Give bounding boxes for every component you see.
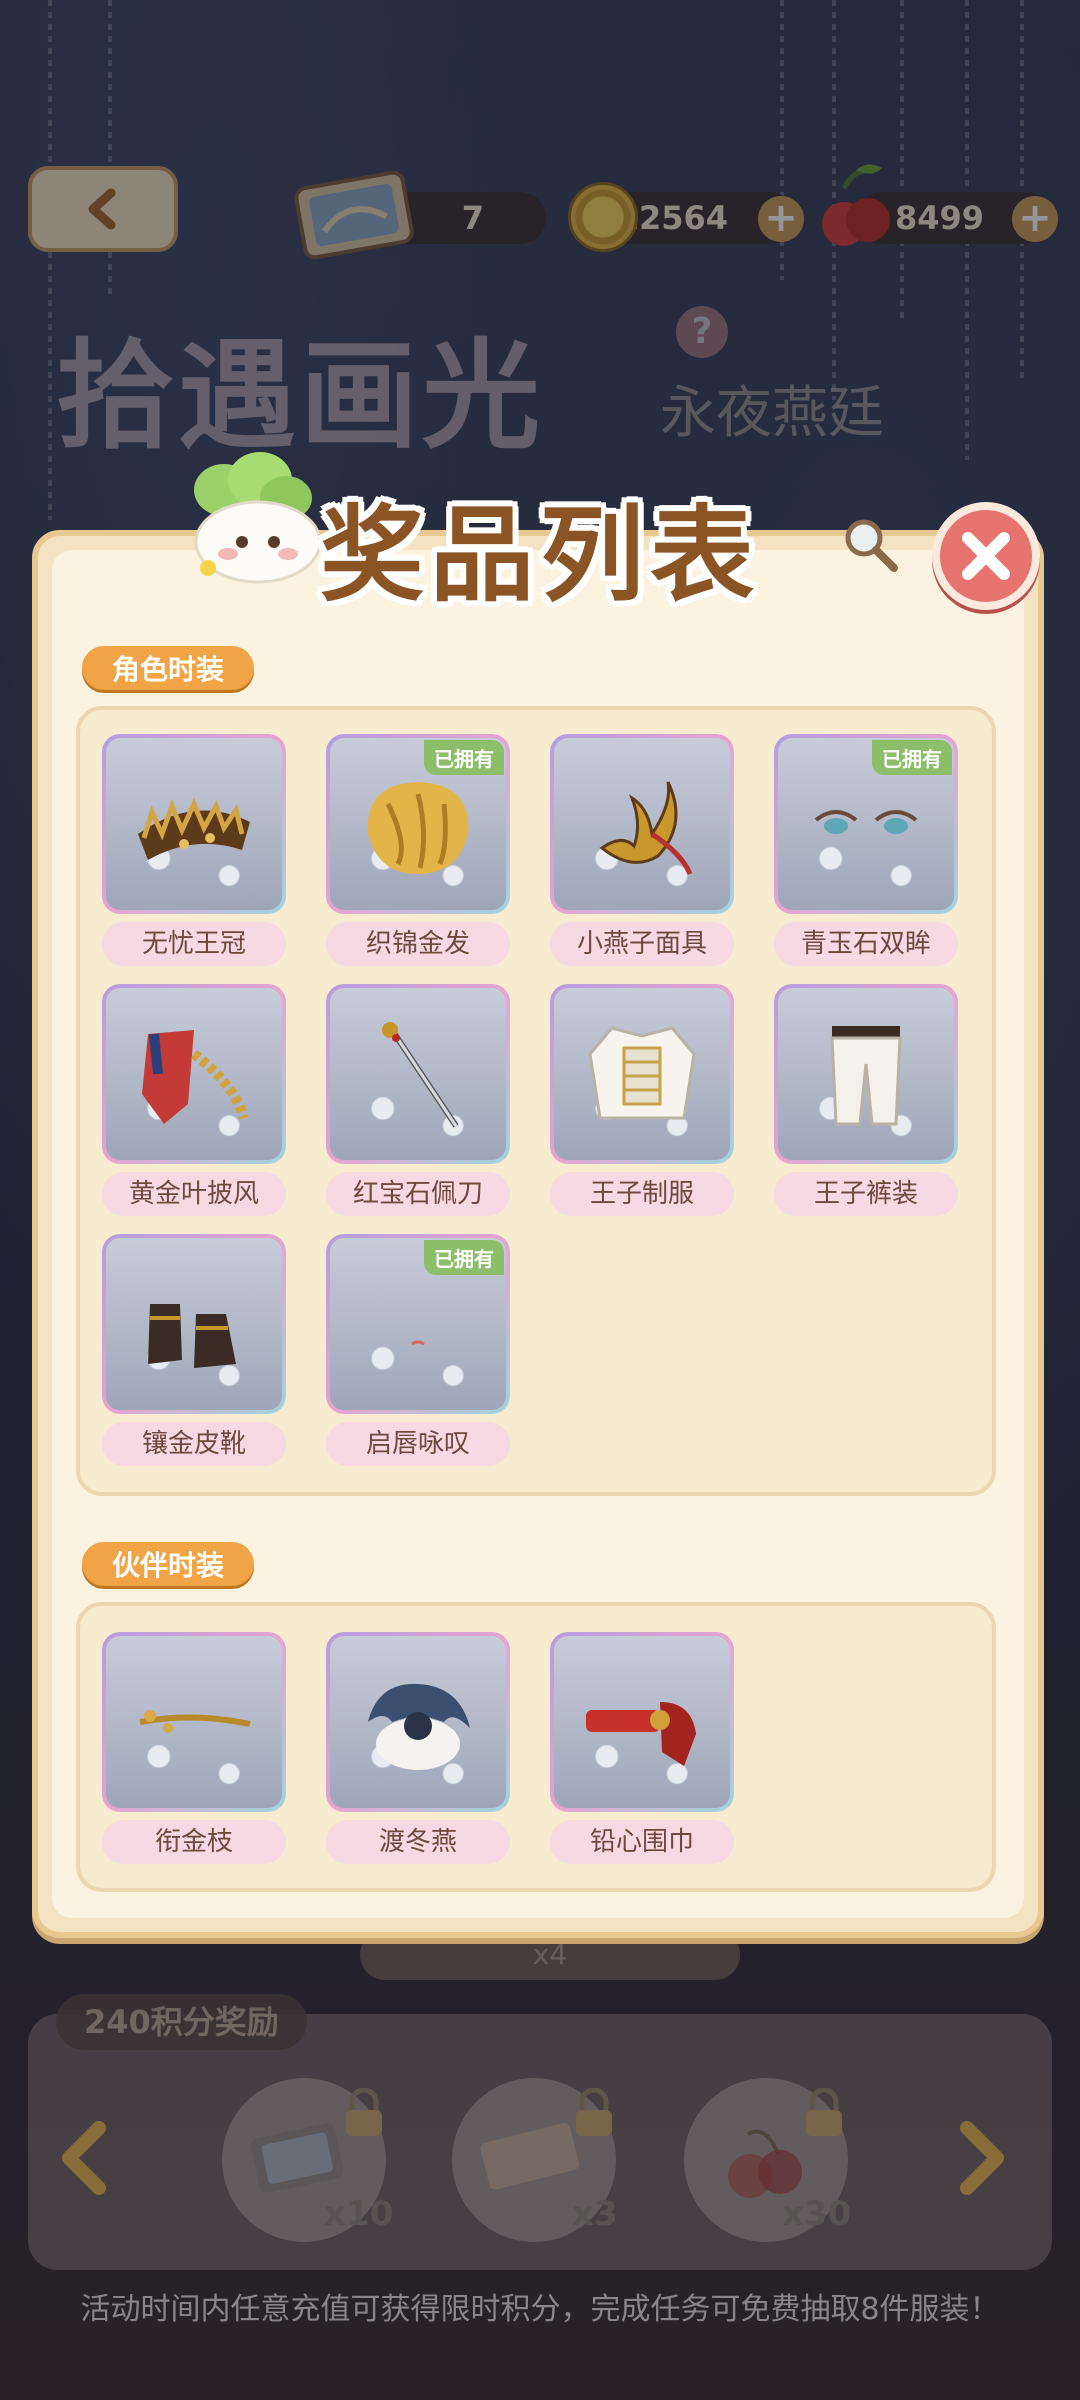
mascot-icon [194,452,322,584]
saber-icon [382,1022,459,1128]
prize-item[interactable]: 黄金叶披风 [102,984,286,1216]
eyes-icon [814,810,918,834]
golden-branch-icon [139,1710,251,1733]
prize-item-label: 红宝石佩刀 [326,1172,510,1216]
prize-item[interactable]: 镶金皮靴 [102,1234,286,1466]
owned-badge: 已拥有 [424,1240,504,1275]
prize-item-label: 启唇咏叹 [326,1422,510,1466]
trousers-icon [830,1026,902,1126]
scarf-icon [586,1702,696,1766]
prize-item[interactable]: 王子裤装 [774,984,958,1216]
magnifier-icon [845,519,898,572]
prize-item[interactable]: 渡冬燕 [326,1632,510,1864]
owned-badge: 已拥有 [424,740,504,775]
cape-icon [142,1030,249,1124]
swallow-mask-icon [599,781,693,876]
prize-item-label: 渡冬燕 [326,1820,510,1864]
prize-item[interactable]: 红宝石佩刀 [326,984,510,1216]
prize-item-label: 衔金枝 [102,1820,286,1864]
prize-item-label: 小燕子面具 [550,922,734,966]
prize-item[interactable]: 已拥有 青玉石双眸 [774,734,958,966]
golden-hair-icon [367,782,469,874]
swallow-icon [368,1683,470,1770]
prize-item-label: 铅心围巾 [550,1820,734,1864]
section-tag-partner: 伙伴时装 [82,1542,255,1586]
uniform-icon [588,1026,696,1120]
prize-item-label: 镶金皮靴 [102,1422,286,1466]
section-tag-character: 角色时装 [82,646,255,690]
prize-item[interactable]: 已拥有 启唇咏叹 [326,1234,510,1466]
prize-item[interactable]: 王子制服 [550,984,734,1216]
prize-item-label: 无忧王冠 [102,922,286,966]
lips-icon [411,1340,425,1346]
crown-icon [138,797,250,860]
prize-item[interactable]: 小燕子面具 [550,734,734,966]
close-icon [962,532,1010,580]
prize-item-label: 织锦金发 [326,922,510,966]
prize-item[interactable]: 无忧王冠 [102,734,286,966]
prize-item[interactable]: 衔金枝 [102,1632,286,1864]
prize-item[interactable]: 已拥有 织锦金发 [326,734,510,966]
prize-item[interactable]: 铅心围巾 [550,1632,734,1864]
prize-item-label: 王子裤装 [774,1172,958,1216]
prize-item-label: 黄金叶披风 [102,1172,286,1216]
owned-badge: 已拥有 [872,740,952,775]
boots-icon [148,1304,236,1368]
close-button[interactable] [932,502,1040,610]
prize-item-label: 青玉石双眸 [774,922,958,966]
prize-item-label: 王子制服 [550,1172,734,1216]
modal-title: 奖品列表 [320,494,761,616]
